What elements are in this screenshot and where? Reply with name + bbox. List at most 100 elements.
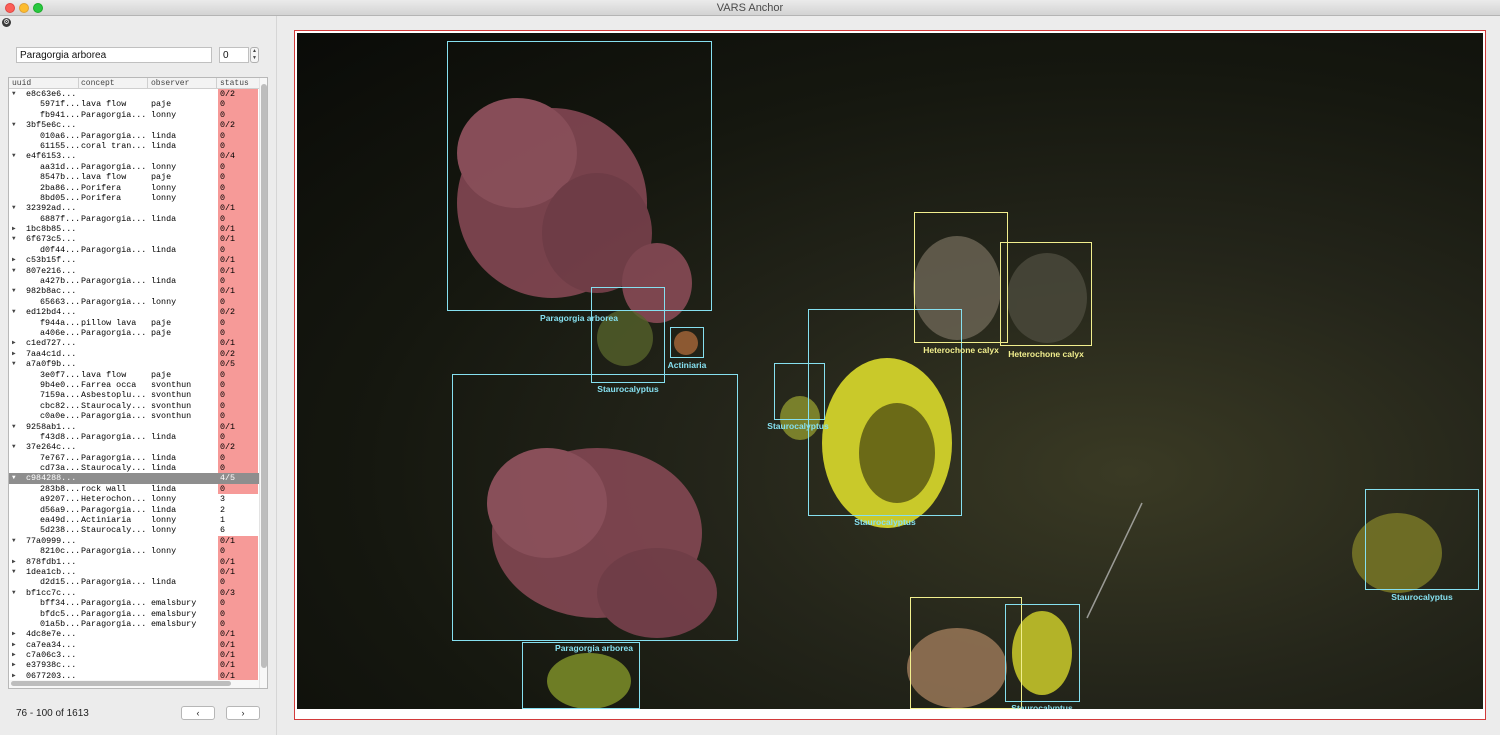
expand-toggle-icon[interactable]: ▶ bbox=[12, 255, 16, 265]
table-row[interactable]: 7159a... Asbestoplu... svonthun 0 bbox=[9, 390, 259, 401]
expand-toggle-icon[interactable]: ▼ bbox=[12, 151, 16, 161]
expand-toggle-icon[interactable]: ▼ bbox=[12, 442, 16, 452]
table-row[interactable]: c0a0e... Paragorgia... svonthun 0 bbox=[9, 411, 259, 422]
table-row[interactable]: f43d8... Paragorgia... linda 0 bbox=[9, 431, 259, 443]
next-page-button[interactable]: › bbox=[226, 706, 260, 720]
expand-toggle-icon[interactable]: ▼ bbox=[12, 120, 16, 130]
annotation-box[interactable] bbox=[447, 41, 712, 311]
table-row[interactable]: ▼ 32392ad... 0/1 bbox=[9, 203, 259, 214]
expand-toggle-icon[interactable]: ▼ bbox=[12, 359, 16, 369]
expand-toggle-icon[interactable]: ▼ bbox=[12, 266, 16, 276]
expand-toggle-icon[interactable]: ▼ bbox=[12, 307, 16, 317]
table-row[interactable]: bfdc5... Paragorgia... emalsbury 0 bbox=[9, 608, 259, 619]
previous-page-button[interactable]: ‹ bbox=[181, 706, 215, 720]
table-row[interactable]: 9b4e0... Farrea occa svonthun 0 bbox=[9, 379, 259, 391]
annotation-box[interactable] bbox=[1005, 604, 1080, 702]
table-row[interactable]: 283b8... rock wall linda 0 bbox=[9, 483, 259, 495]
index-stepper[interactable]: ▲ ▼ bbox=[250, 47, 259, 63]
settings-icon[interactable]: ⚙ bbox=[2, 18, 11, 27]
annotation-box[interactable] bbox=[914, 212, 1008, 343]
table-row[interactable]: a427b... Paragorgia... linda 0 bbox=[9, 276, 259, 287]
horizontal-scrollbar[interactable] bbox=[9, 680, 259, 688]
table-row[interactable]: 65663... Paragorgia... lonny 0 bbox=[9, 296, 259, 308]
expand-toggle-icon[interactable]: ▶ bbox=[12, 650, 16, 660]
table-row[interactable]: cd73a... Staurocaly... linda 0 bbox=[9, 463, 259, 474]
expand-toggle-icon[interactable]: ▼ bbox=[12, 234, 16, 244]
annotation-box[interactable] bbox=[591, 287, 665, 383]
table-row[interactable]: d0f44... Paragorgia... linda 0 bbox=[9, 244, 259, 256]
annotation-box[interactable] bbox=[1000, 242, 1092, 346]
table-row[interactable]: d2d15... Paragorgia... linda 0 bbox=[9, 577, 259, 588]
table-row[interactable]: ▼ e4f6153... 0/4 bbox=[9, 151, 259, 162]
table-row[interactable]: ▼ a7a0f9b... 0/5 bbox=[9, 359, 259, 370]
expand-toggle-icon[interactable]: ▶ bbox=[12, 557, 16, 567]
table-row[interactable]: bff34... Paragorgia... emalsbury 0 bbox=[9, 598, 259, 609]
table-row[interactable]: cbc82... Staurocaly... svonthun 0 bbox=[9, 400, 259, 412]
table-row[interactable]: 5971f... lava flow paje 0 bbox=[9, 99, 259, 110]
expand-toggle-icon[interactable]: ▶ bbox=[12, 660, 16, 670]
table-row[interactable]: ▼ 37e264c... 0/2 bbox=[9, 442, 259, 453]
expand-toggle-icon[interactable]: ▼ bbox=[12, 536, 16, 546]
table-row[interactable]: 61155... coral tran... linda 0 bbox=[9, 140, 259, 152]
table-row[interactable]: ▶ c1ed727... 0/1 bbox=[9, 338, 259, 349]
expand-toggle-icon[interactable]: ▼ bbox=[12, 567, 16, 577]
table-row[interactable]: 3e0f7... lava flow paje 0 bbox=[9, 369, 259, 380]
table-row[interactable]: 010a6... Paragorgia... linda 0 bbox=[9, 130, 259, 141]
table-row[interactable]: 01a5b... Paragorgia... emalsbury 0 bbox=[9, 618, 259, 630]
table-row[interactable]: ▶ c7a06c3... 0/1 bbox=[9, 650, 259, 661]
table-row[interactable]: ▼ ed12bd4... 0/2 bbox=[9, 307, 259, 318]
vertical-scrollbar[interactable] bbox=[259, 78, 267, 688]
table-row[interactable]: f944a... pillow lava paje 0 bbox=[9, 317, 259, 328]
table-row[interactable]: 2ba86... Porifera lonny 0 bbox=[9, 182, 259, 193]
table-row[interactable]: 5d238... Staurocaly... lonny 6 bbox=[9, 525, 259, 535]
annotation-box[interactable] bbox=[522, 642, 640, 709]
status-column-header[interactable]: status bbox=[220, 79, 249, 88]
annotation-box[interactable] bbox=[670, 327, 704, 358]
annotation-box[interactable] bbox=[1365, 489, 1479, 590]
table-row[interactable]: ▶ 1bc8b85... 0/1 bbox=[9, 224, 259, 235]
expand-toggle-icon[interactable]: ▼ bbox=[12, 286, 16, 296]
table-row[interactable]: ▼ 3bf5e6c... 0/2 bbox=[9, 120, 259, 131]
concept-search-input[interactable] bbox=[16, 47, 212, 63]
table-row[interactable]: ▶ c53b15f... 0/1 bbox=[9, 255, 259, 266]
table-row[interactable]: ▶ 7aa4c1d... 0/2 bbox=[9, 348, 259, 360]
table-row[interactable]: 6887f... Paragorgia... linda 0 bbox=[9, 213, 259, 225]
expand-toggle-icon[interactable]: ▼ bbox=[12, 203, 16, 213]
seafloor-image[interactable]: Paragorgia arborea Staurocalyptus Actiniar… bbox=[297, 33, 1483, 709]
expand-toggle-icon[interactable]: ▶ bbox=[12, 640, 16, 650]
table-row[interactable]: ▶ ca7ea34... 0/1 bbox=[9, 639, 259, 651]
observer-column-header[interactable]: observer bbox=[151, 79, 189, 88]
table-row[interactable]: ▼ bf1cc7c... 0/3 bbox=[9, 587, 259, 599]
table-row[interactable]: 8210c... Paragorgia... lonny 0 bbox=[9, 546, 259, 557]
expand-toggle-icon[interactable]: ▶ bbox=[12, 629, 16, 639]
panel-divider[interactable] bbox=[276, 16, 277, 735]
table-row[interactable]: a406e... Paragorgia... paje 0 bbox=[9, 327, 259, 339]
uid-column-header[interactable]: uuid bbox=[12, 79, 31, 88]
selected-table-row[interactable]: ▼ c984288... 4/5 bbox=[9, 473, 259, 484]
annotation-box[interactable] bbox=[452, 374, 738, 641]
table-row[interactable]: ▼ 807e216... 0/1 bbox=[9, 265, 259, 277]
table-row[interactable]: ▼ 6f673c5... 0/1 bbox=[9, 234, 259, 245]
table-row[interactable]: ▼ 982b8ac... 0/1 bbox=[9, 286, 259, 297]
table-row[interactable]: aa31d... Paragorgia... lonny 0 bbox=[9, 161, 259, 173]
index-field[interactable] bbox=[219, 47, 249, 63]
expand-toggle-icon[interactable]: ▼ bbox=[12, 89, 16, 99]
expand-toggle-icon[interactable]: ▶ bbox=[12, 338, 16, 348]
table-row[interactable]: ▼ 9258ab1... 0/1 bbox=[9, 421, 259, 432]
table-row[interactable]: ea49d... Actiniaria lonny 1 bbox=[9, 515, 259, 525]
table-row[interactable]: ▶ e37938c... 0/1 bbox=[9, 660, 259, 671]
expand-toggle-icon[interactable]: ▼ bbox=[12, 473, 16, 483]
table-row[interactable]: ▶ 4dc8e7e... 0/1 bbox=[9, 629, 259, 640]
concept-column-header[interactable]: concept bbox=[81, 79, 115, 88]
table-row[interactable]: 8bd05... Porifera lonny 0 bbox=[9, 192, 259, 204]
expand-toggle-icon[interactable]: ▼ bbox=[12, 422, 16, 432]
table-row[interactable]: ▼ 77a0999... 0/1 bbox=[9, 535, 259, 547]
table-row[interactable]: ▶ 878fdb1... 0/1 bbox=[9, 556, 259, 567]
table-row[interactable]: d56a9... Paragorgia... linda 2 bbox=[9, 505, 259, 515]
expand-toggle-icon[interactable]: ▶ bbox=[12, 224, 16, 234]
expand-toggle-icon[interactable]: ▶ bbox=[12, 349, 16, 359]
table-row[interactable]: ▼ e8c63e6... 0/2 bbox=[9, 89, 259, 100]
table-row[interactable]: 8547b... lava flow paje 0 bbox=[9, 172, 259, 183]
table-row[interactable]: a9207... Heterochon... lonny 3 bbox=[9, 494, 259, 504]
table-row[interactable]: 7e767... Paragorgia... linda 0 bbox=[9, 452, 259, 464]
